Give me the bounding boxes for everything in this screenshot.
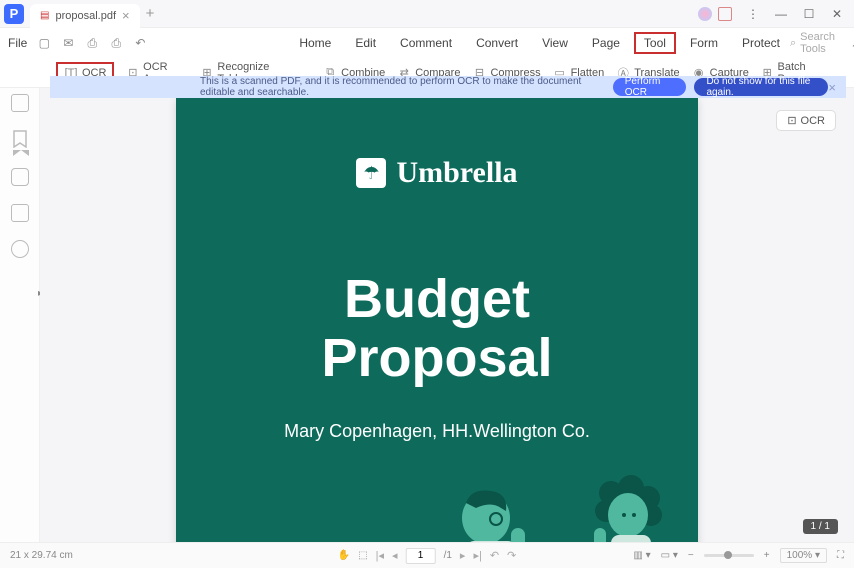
person-right-illustration [576,473,686,542]
color-theme-icon[interactable] [698,7,712,21]
document-area[interactable]: ☂ Umbrella Budget Proposal Mary Copenhag… [40,88,854,542]
menu-page[interactable]: Page [582,32,630,54]
rotate-left-icon[interactable]: ↶ [490,549,499,562]
first-page-button[interactable]: |◂ [376,549,384,562]
search-tools[interactable]: ⌕ Search Tools [790,31,835,55]
folder-icon[interactable]: ✉ [59,35,77,51]
minimize-button[interactable]: — [768,4,794,24]
open-icon[interactable]: ▢ [35,35,53,51]
perform-ocr-button[interactable]: Perform OCR [613,78,687,96]
prev-page-button[interactable]: ◂ [392,549,398,562]
menu-items: Home Edit Comment Convert View Page Tool… [289,32,790,54]
search-panel-icon[interactable] [11,240,29,258]
window-controls: ⋮ — ☐ ✕ [740,4,850,24]
page-total: /1 [444,550,452,561]
attachments-icon[interactable] [11,204,29,222]
zoom-in-button[interactable]: + [764,550,770,561]
menu-tool[interactable]: Tool [634,32,676,54]
menu-form[interactable]: Form [680,32,728,54]
hand-tool-icon[interactable]: ✋ [338,550,350,561]
tab-title: proposal.pdf [55,10,116,22]
ocr-badge-icon: ⊡ [787,114,796,127]
umbrella-logo-icon: ☂ [356,158,386,188]
thumbnails-icon[interactable] [11,94,29,112]
ocr-floating-button[interactable]: ⊡ OCR [776,110,836,131]
close-notification-icon[interactable]: × [828,80,836,95]
statusbar: 21 x 29.74 cm ✋ ⬚ |◂ ◂ /1 ▸ ▸| ↶ ↷ ▥ ▾ ▭… [0,542,854,568]
zoom-value[interactable]: 100% ▾ [780,548,827,563]
zoom-slider[interactable] [704,554,754,557]
fullscreen-icon[interactable]: ⛶ [837,550,844,561]
menu-view[interactable]: View [532,32,578,54]
save-icon[interactable]: ⎙ [83,35,101,51]
ocr-notification: This is a scanned PDF, and it is recomme… [50,76,846,98]
bookmarks-icon[interactable] [13,130,27,150]
page-navigation: ✋ ⬚ |◂ ◂ /1 ▸ ▸| ↶ ↷ [338,548,517,564]
view-mode-icon[interactable]: ▥ ▾ [633,550,650,561]
print-icon[interactable]: ⎙ [107,35,125,51]
next-page-button[interactable]: ▸ [460,549,466,562]
page-dimensions: 21 x 29.74 cm [10,550,73,561]
search-placeholder: Search Tools [800,31,835,55]
document-title: Budget Proposal [176,270,698,389]
document-page: ☂ Umbrella Budget Proposal Mary Copenhag… [176,98,698,542]
menu-home[interactable]: Home [289,32,341,54]
last-page-button[interactable]: ▸| [473,549,481,562]
document-tab[interactable]: ▤ proposal.pdf × [30,4,140,28]
menubar: File ▢ ✉ ⎙ ⎙ ↶ Home Edit Comment Convert… [0,28,854,58]
close-window-button[interactable]: ✕ [824,4,850,24]
menu-protect[interactable]: Protect [732,32,790,54]
zoom-out-button[interactable]: − [688,550,694,561]
page-number-input[interactable] [406,548,436,564]
select-tool-icon[interactable]: ⬚ [358,550,367,561]
search-icon: ⌕ [790,37,796,50]
rotate-right-icon[interactable]: ↷ [507,549,516,562]
comments-icon[interactable] [11,168,29,186]
dismiss-file-button[interactable]: Do not show for this file again. [694,78,828,96]
close-tab-icon[interactable]: × [122,8,130,23]
file-menu[interactable]: File [8,36,27,50]
left-sidebar: ▸ [0,88,40,542]
pdf-icon: ▤ [40,10,49,21]
brand-row: ☂ Umbrella [176,156,698,190]
illustration [176,468,698,542]
brand-name: Umbrella [396,156,517,190]
menu-edit[interactable]: Edit [345,32,386,54]
add-tab-button[interactable]: + [146,5,155,22]
menu-convert[interactable]: Convert [466,32,528,54]
fit-mode-icon[interactable]: ▭ ▾ [661,550,678,561]
person-left-illustration [436,473,546,542]
menu-comment[interactable]: Comment [390,32,462,54]
document-subtitle: Mary Copenhagen, HH.Wellington Co. [176,421,698,442]
undo-icon[interactable]: ↶ [131,35,149,51]
maximize-button[interactable]: ☐ [796,4,822,24]
zoom-handle[interactable] [724,551,732,559]
clipboard-icon[interactable] [718,7,732,21]
titlebar: P ▤ proposal.pdf × + ⋮ — ☐ ✕ [0,0,854,28]
notification-text: This is a scanned PDF, and it is recomme… [200,76,605,98]
more-icon[interactable]: ⋮ [740,4,766,24]
app-logo: P [4,4,24,24]
page-indicator: 1 / 1 [803,519,838,534]
